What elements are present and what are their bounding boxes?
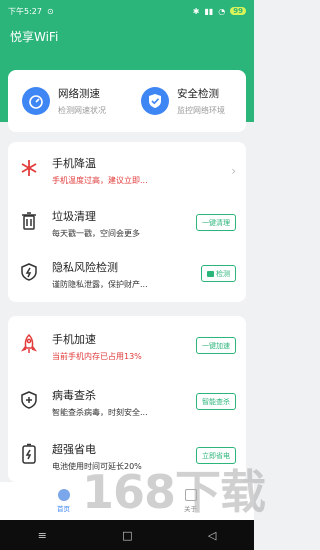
chevron-right-icon: › — [231, 164, 236, 178]
tool-title: 病毒查杀 — [52, 389, 96, 402]
tool-row-cooling[interactable]: 手机降温 手机温度过高，建议立即... › — [8, 144, 246, 194]
privacy-check-button[interactable]: 检测 — [201, 265, 236, 282]
shield-lightning-icon — [18, 260, 40, 284]
back-icon[interactable]: ◁ — [208, 529, 216, 542]
tool-row-junk-clean: 垃圾清理 每天戳一戳，空间会更多 一键清理 — [8, 197, 246, 247]
notification-icon: ⊙ — [46, 6, 54, 16]
system-nav-bar: ≡ □ ◁ — [0, 520, 254, 550]
tool-title: 垃圾清理 — [52, 210, 96, 223]
home-square-icon[interactable]: □ — [122, 529, 132, 542]
network-speed-test[interactable]: 网络测速 检测网速状况 — [8, 70, 127, 132]
quick-action-title: 网络测速 — [58, 88, 100, 100]
tool-title: 手机加速 — [52, 333, 96, 346]
signal-icon: ▮▮ — [204, 6, 214, 16]
tool-title: 手机降温 — [52, 157, 96, 170]
rocket-icon — [18, 332, 40, 356]
privacy-check-label: 检测 — [216, 269, 230, 278]
quick-actions-card: 网络测速 检测网速状况 安全检测 监控网络环境 — [8, 70, 246, 132]
status-time: 下午5:27 — [8, 6, 42, 16]
trash-icon — [18, 209, 40, 233]
shield-plus-icon — [18, 388, 40, 412]
boost-button[interactable]: 一键加速 — [196, 337, 236, 354]
tool-subtitle: 智能查杀病毒，时刻安全... — [52, 408, 148, 417]
bluetooth-icon: ✱ — [192, 6, 200, 16]
quick-action-subtitle: 检测网速状况 — [58, 106, 106, 115]
tools-card-a: 手机降温 手机温度过高，建议立即... › 垃圾清理 每天戳一戳，空间会更多 一… — [8, 142, 246, 302]
check-box-icon — [207, 270, 214, 277]
home-icon — [57, 489, 70, 501]
tool-title: 隐私风险检测 — [52, 261, 118, 274]
battery-icon — [18, 442, 40, 466]
watermark: 168下载 — [82, 465, 266, 519]
tool-row-privacy: 隐私风险检测 谨防隐私泄露，保护财产... 检测 — [8, 248, 246, 298]
menu-icon[interactable]: ≡ — [38, 529, 47, 542]
app-title: 悦享WiFi — [10, 30, 59, 44]
snowflake-icon — [18, 156, 40, 180]
tool-subtitle: 当前手机内存已占用13% — [52, 352, 142, 361]
speedometer-icon — [22, 87, 50, 115]
tool-subtitle: 手机温度过高，建议立即... — [52, 176, 148, 185]
tool-row-virus-scan: 病毒查杀 智能查杀病毒，时刻安全... 智能查杀 — [8, 376, 246, 426]
tool-subtitle: 每天戳一戳，空间会更多 — [52, 229, 140, 238]
quick-action-title: 安全检测 — [177, 88, 219, 100]
tool-title: 超强省电 — [52, 443, 96, 456]
battery-badge: 99 — [230, 7, 246, 15]
quick-action-subtitle: 监控网络环境 — [177, 106, 225, 115]
security-check[interactable]: 安全检测 监控网络环境 — [127, 70, 246, 132]
tool-subtitle: 谨防隐私泄露，保护财产... — [52, 280, 148, 289]
wifi-icon: ◔ — [218, 6, 226, 16]
status-bar: 下午5:27 ⊙ ✱ ▮▮ ◔ 99 — [0, 0, 254, 22]
nav-label: 首页 — [57, 505, 70, 513]
junk-clean-button[interactable]: 一键清理 — [196, 214, 236, 231]
virus-scan-button[interactable]: 智能查杀 — [196, 393, 236, 410]
shield-check-icon — [141, 87, 169, 115]
tool-row-boost: 手机加速 当前手机内存已占用13% 一键加速 — [8, 320, 246, 370]
